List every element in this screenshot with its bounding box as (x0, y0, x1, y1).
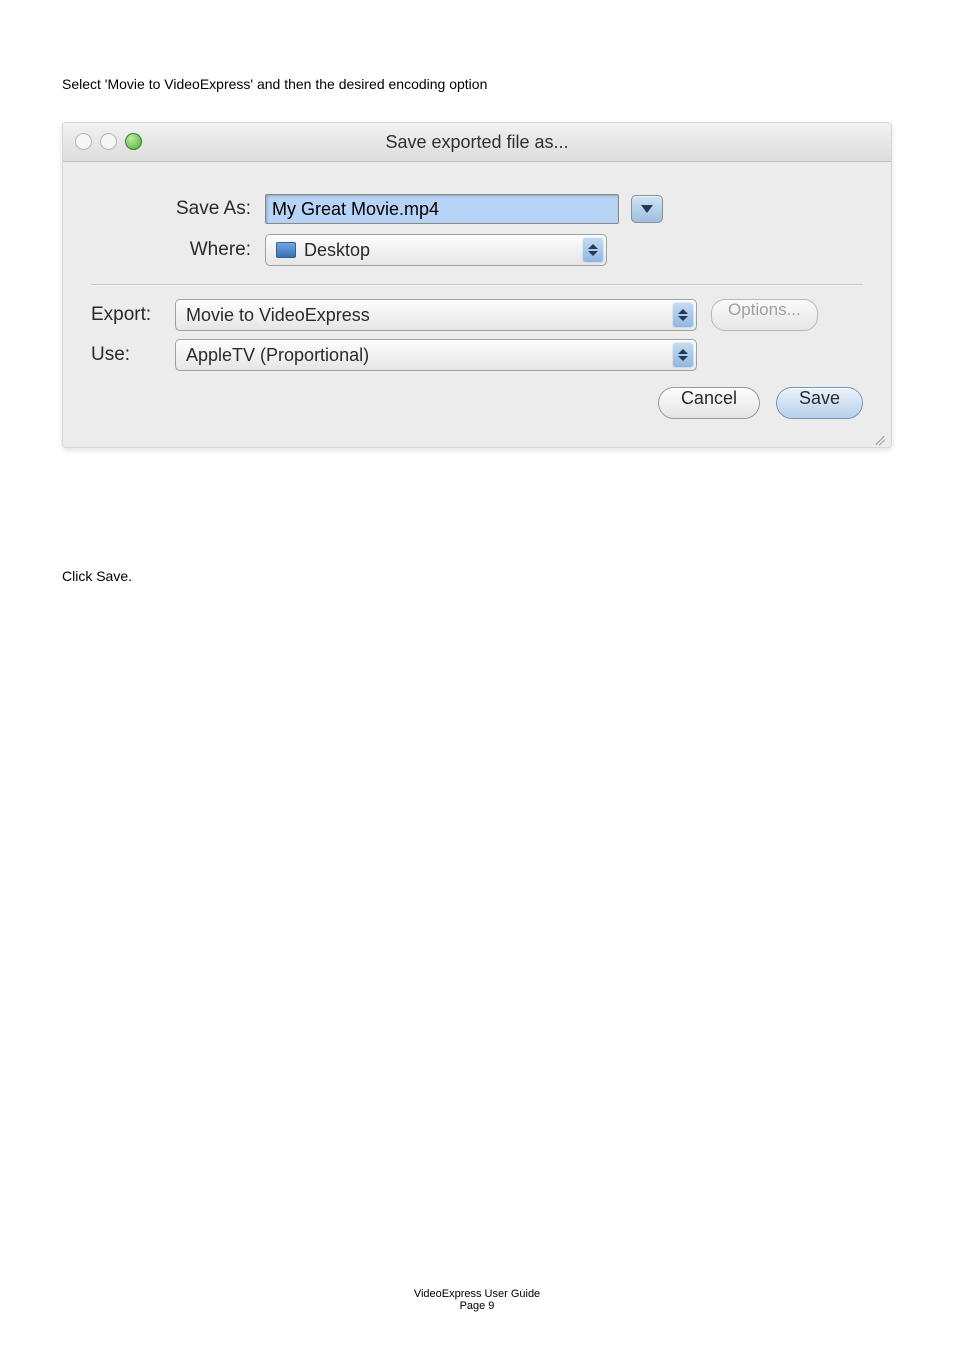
traffic-lights (75, 133, 142, 150)
minimize-icon[interactable] (100, 133, 117, 150)
divider (91, 284, 863, 285)
footer-page: Page 9 (0, 1300, 954, 1312)
save-as-label: Save As: (91, 198, 265, 220)
window-title: Save exported file as... (63, 123, 891, 161)
options-button: Options... (711, 299, 818, 331)
instruction-text: Select 'Movie to VideoExpress' and then … (62, 76, 892, 92)
use-value: AppleTV (Proportional) (186, 345, 369, 366)
export-value: Movie to VideoExpress (186, 305, 370, 326)
export-label: Export: (91, 304, 175, 326)
close-icon[interactable] (75, 133, 92, 150)
footer-title: VideoExpress User Guide (0, 1288, 954, 1300)
save-dialog: Save exported file as... Save As: My Gre… (62, 122, 892, 448)
expand-button[interactable] (631, 195, 663, 223)
chevron-down-icon (641, 205, 653, 213)
filename-input[interactable]: My Great Movie.mp4 (265, 194, 619, 224)
page-footer: VideoExpress User Guide Page 9 (0, 1288, 954, 1312)
stepper-icon (672, 342, 694, 368)
use-label: Use: (91, 344, 175, 366)
titlebar: Save exported file as... (63, 123, 891, 162)
resize-handle-icon[interactable] (874, 430, 888, 444)
use-popup[interactable]: AppleTV (Proportional) (175, 339, 697, 371)
save-button[interactable]: Save (776, 387, 863, 419)
stepper-icon (582, 237, 604, 263)
instruction-text-2: Click Save. (62, 568, 892, 584)
zoom-icon[interactable] (125, 133, 142, 150)
export-popup[interactable]: Movie to VideoExpress (175, 299, 697, 331)
desktop-icon (276, 242, 296, 258)
cancel-button[interactable]: Cancel (658, 387, 760, 419)
where-popup[interactable]: Desktop (265, 234, 607, 266)
where-value: Desktop (304, 240, 370, 261)
where-label: Where: (91, 239, 265, 261)
stepper-icon (672, 302, 694, 328)
